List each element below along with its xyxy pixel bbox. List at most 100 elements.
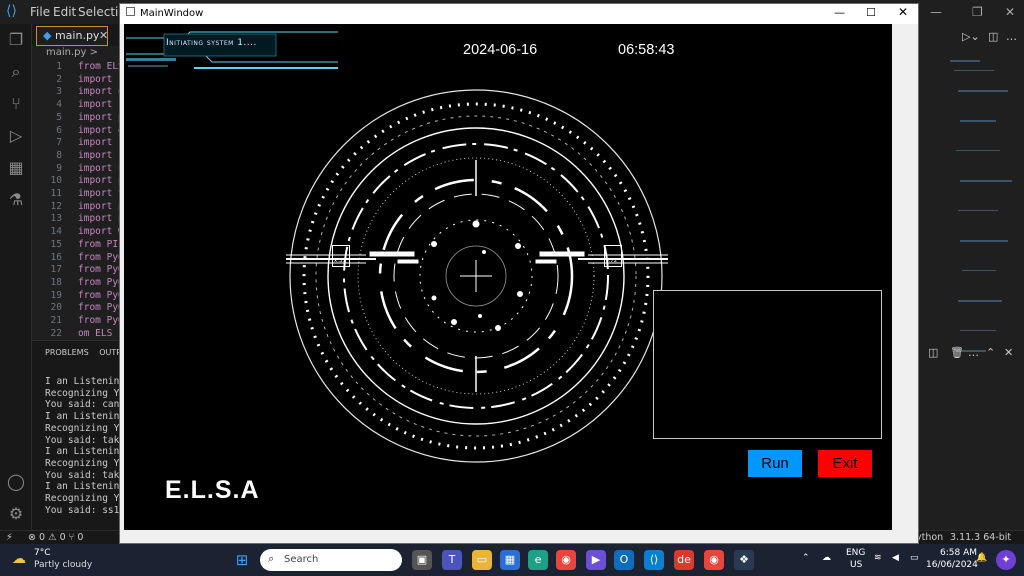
line-number: 5 [56, 111, 62, 123]
hud-right-readout: y.72 [604, 245, 622, 267]
vscode-taskbar-icon[interactable]: ⟨⟩ [644, 550, 664, 570]
split-editor-icon[interactable]: ◫ [988, 30, 998, 43]
menu-edit[interactable]: Edit [53, 5, 76, 19]
devtools-app-icon[interactable]: de [674, 550, 694, 570]
task-view-icon[interactable]: ▣ [412, 550, 432, 570]
account-icon[interactable]: ◯ [6, 472, 26, 492]
panel-layout-icon[interactable]: ◫ [928, 346, 938, 359]
language-top[interactable]: ENG [846, 548, 865, 558]
outlook-icon[interactable]: O [614, 550, 634, 570]
more-actions-icon[interactable]: … [968, 346, 979, 359]
explorer-icon[interactable]: ❐ [6, 30, 26, 50]
line-number: 20 [50, 302, 62, 314]
line-number: 1 [56, 61, 62, 72]
restore-icon[interactable]: ❐ [972, 5, 983, 19]
edge-icon[interactable]: e [528, 550, 548, 570]
window-title-bar[interactable]: MainWindow — ☐ ✕ [120, 4, 918, 24]
minimize-icon[interactable]: — [930, 5, 942, 19]
weather-desc[interactable]: Partly cloudy [34, 560, 92, 570]
code-line[interactable]: import s [78, 150, 124, 161]
remote-icon[interactable]: ⚡ [6, 532, 13, 543]
chrome-icon[interactable]: ◉ [556, 550, 576, 570]
battery-icon[interactable]: ▭ [910, 553, 919, 563]
chrome-profile-icon[interactable]: ◉ [704, 550, 724, 570]
exit-button[interactable]: Exit [818, 450, 872, 477]
close-icon[interactable]: ✕ [1005, 5, 1015, 19]
weather-icon[interactable]: ☁ [12, 551, 26, 567]
copilot-icon[interactable]: ✦ [996, 550, 1016, 570]
more-actions-icon[interactable]: … [1006, 30, 1017, 43]
python-app-icon[interactable]: ❖ [734, 550, 754, 570]
code-line[interactable]: import t [78, 188, 124, 199]
code-line[interactable]: import r [78, 74, 124, 85]
language-bottom[interactable]: US [850, 560, 862, 570]
terminal-line: I an Listening. [45, 481, 131, 493]
store-icon[interactable]: ▦ [500, 550, 520, 570]
assistant-name: E.L.S.A [165, 476, 260, 504]
code-line[interactable]: import r [78, 99, 124, 110]
file-explorer-icon[interactable]: ▭ [472, 550, 492, 570]
search-icon[interactable]: ⌕ [6, 62, 26, 82]
line-number: 16 [50, 251, 62, 263]
code-line[interactable]: from PyQ [78, 315, 124, 326]
tab-label: main.py [54, 29, 100, 42]
tab-problems[interactable]: PROBLEMS [45, 348, 89, 357]
problems-status[interactable]: ⊗ 0 ⚠ 0 ⑂ 0 [28, 532, 83, 543]
minimap[interactable] [950, 60, 1016, 360]
code-line[interactable]: from PyQ [78, 290, 124, 301]
source-control-icon[interactable]: ⑂ [6, 94, 26, 114]
code-line[interactable]: from PyQ [78, 302, 124, 313]
taskbar-time[interactable]: 6:58 AM [940, 548, 977, 558]
code-line[interactable]: import d [78, 125, 124, 136]
interpreter-status[interactable]: 3.11.3 64-bit [950, 532, 1011, 543]
teams-icon[interactable]: T [442, 550, 462, 570]
volume-icon[interactable]: ◀ [892, 553, 899, 563]
notification-icon[interactable]: 🔔 [976, 553, 987, 563]
onedrive-icon[interactable]: ☁ [822, 553, 831, 563]
tab-main-py[interactable]: ◆ main.py ✕ [36, 26, 108, 46]
menu-file[interactable]: File [30, 5, 50, 19]
code-line[interactable]: from PyQ [78, 277, 124, 288]
output-display[interactable] [653, 290, 882, 439]
date-display: 2024-06-16 [463, 42, 538, 58]
breadcrumb[interactable]: main.py > [32, 47, 120, 61]
code-line[interactable]: import p [78, 213, 124, 224]
terminal-line: I an Listening. [45, 446, 131, 458]
media-player-icon[interactable]: ▶ [586, 550, 606, 570]
code-line[interactable]: import p [78, 201, 124, 212]
taskbar-date[interactable]: 16/06/2024 [926, 560, 978, 570]
close-icon[interactable]: ✕ [1004, 346, 1013, 359]
code-line[interactable]: import u [78, 163, 124, 174]
panel-tabs: PROBLEMS OUTPU [45, 348, 127, 357]
settings-gear-icon[interactable]: ⚙ [6, 504, 26, 524]
code-line[interactable]: import r [78, 137, 124, 148]
code-line[interactable]: import o [78, 86, 124, 97]
code-line[interactable]: from PIL [78, 239, 124, 250]
chevron-up-icon[interactable]: ⌃ [802, 553, 810, 563]
code-line[interactable]: from PyQ [78, 264, 124, 275]
start-icon[interactable]: ⊞ [232, 550, 252, 570]
run-debug-icon[interactable]: ▷ [6, 126, 26, 146]
code-line[interactable]: om ELS [78, 328, 112, 339]
window-close-icon[interactable]: ✕ [898, 5, 908, 19]
terminal-line: I an Listening. [45, 376, 131, 387]
tab-close-icon[interactable]: ✕ [99, 29, 108, 42]
trash-icon[interactable]: 🗑 [950, 346, 964, 359]
code-line[interactable]: from ELS [78, 61, 124, 72]
chevron-up-icon[interactable]: ⌃ [986, 346, 995, 359]
search-box[interactable]: ⌕ Search [260, 549, 402, 571]
hud-left-readout: x.35 [332, 245, 350, 267]
run-button[interactable]: Run [748, 450, 802, 477]
code-line[interactable]: import w [78, 226, 124, 237]
code-line[interactable]: import p [78, 112, 124, 123]
language-status[interactable]: ython [916, 532, 943, 543]
testing-icon[interactable]: ⚗ [6, 190, 26, 210]
window-minimize-icon[interactable]: — [834, 6, 845, 19]
wifi-icon[interactable]: ≋ [874, 553, 882, 563]
run-file-icon[interactable]: ▷⌄ [962, 30, 980, 43]
code-line[interactable]: import p [78, 175, 124, 186]
code-line[interactable]: from PyQ [78, 252, 124, 263]
weather-temp[interactable]: 7°C [34, 548, 51, 558]
extensions-icon[interactable]: ▦ [6, 158, 26, 178]
window-maximize-icon[interactable]: ☐ [866, 6, 876, 19]
